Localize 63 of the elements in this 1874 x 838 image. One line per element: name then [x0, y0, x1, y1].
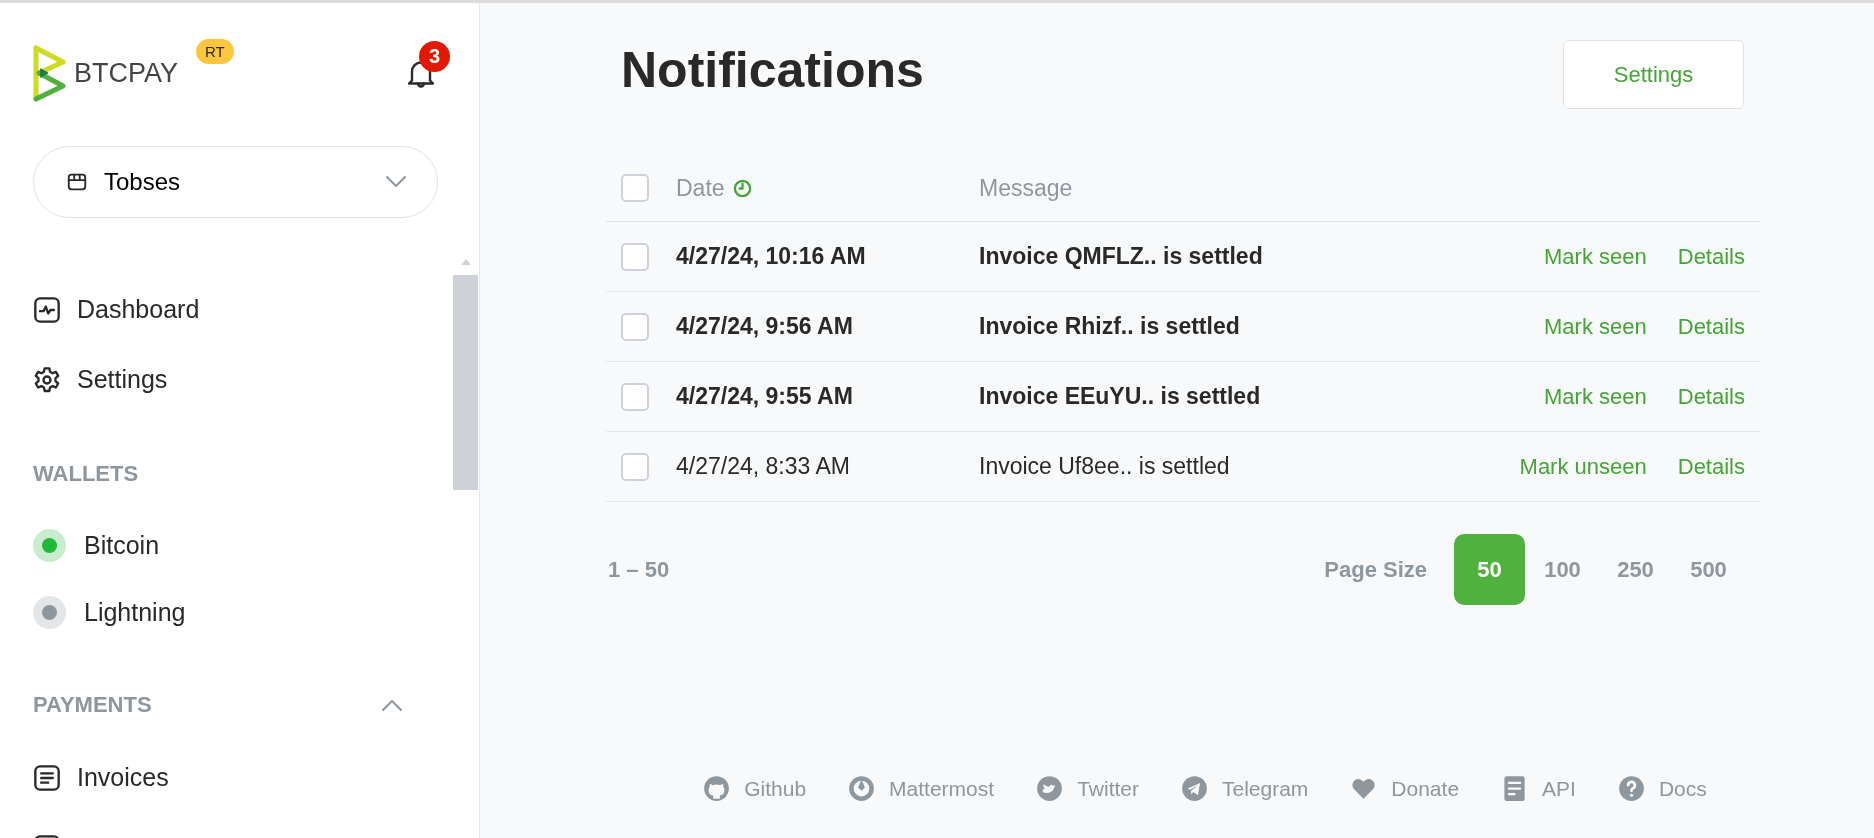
date-cell-text: 4/27/24, 10:16 AM: [676, 242, 867, 272]
paper-plane-icon: [1180, 775, 1208, 803]
action-link[interactable]: Mark seen: [1544, 380, 1647, 413]
page-size-option[interactable]: 100: [1527, 534, 1598, 605]
help-icon: [1617, 775, 1645, 803]
notification-count[interactable]: 3: [419, 40, 450, 72]
row-checkbox[interactable]: [621, 382, 649, 411]
action-link[interactable]: Mark seen: [1544, 310, 1647, 343]
action-link[interactable]: Details: [1677, 240, 1745, 273]
row-checkbox[interactable]: [621, 312, 649, 341]
store-icon: [66, 171, 88, 193]
logo-text: BTCPAY: [74, 60, 179, 87]
environment-badge: RT: [196, 39, 234, 64]
footer-link[interactable]: Telegram: [1180, 773, 1309, 805]
page-size-option[interactable]: 500: [1673, 534, 1744, 605]
select-all-checkbox[interactable]: [621, 174, 649, 202]
footer-link[interactable]: Mattermost: [848, 773, 995, 805]
nav-item[interactable]: Dashboard: [33, 275, 450, 345]
scroll-up-icon: [460, 258, 472, 266]
chevron-down-icon: [385, 175, 407, 189]
bird-icon: [1036, 775, 1064, 803]
nav-item[interactable]: Settings: [33, 345, 450, 415]
message-cell-text: Invoice Rhizf.. is settled: [979, 312, 1241, 342]
action-link[interactable]: Details: [1677, 380, 1745, 413]
invoice-icon: [33, 764, 61, 792]
ring-icon: [848, 775, 876, 803]
message-cell-text: Invoice EEuYU.. is settled: [979, 382, 1262, 412]
scrollbar-thumb[interactable]: [453, 275, 478, 490]
action-link[interactable]: Mark unseen: [1519, 450, 1647, 483]
column-header[interactable]: Message: [979, 170, 1073, 206]
section-heading: PAYMENTS: [33, 691, 152, 719]
footer-link[interactable]: Github: [703, 773, 807, 805]
action-link[interactable]: Details: [1677, 450, 1745, 483]
page-size-option[interactable]: 50: [1454, 534, 1525, 605]
page-title: Notifications: [621, 41, 924, 100]
store-selector[interactable]: Tobses: [33, 146, 438, 218]
footer-link[interactable]: Docs: [1617, 773, 1707, 805]
date-cell-text: 4/27/24, 9:56 AM: [676, 312, 854, 342]
nav-item[interactable]: Lightning: [33, 579, 450, 646]
message-cell-text: Invoice Uf8ee.. is settled: [979, 452, 1231, 482]
page-size-label: Page Size: [1324, 556, 1427, 584]
action-link[interactable]: Mark seen: [1544, 240, 1647, 273]
message-cell-text: Invoice QMFLZ.. is settled: [979, 242, 1264, 272]
column-header[interactable]: Date: [676, 170, 725, 206]
action-link[interactable]: Details: [1677, 310, 1745, 343]
footer-link[interactable]: Twitter: [1036, 773, 1139, 805]
nav-item[interactable]: Bitcoin: [33, 512, 450, 579]
date-cell-text: 4/27/24, 9:55 AM: [676, 382, 854, 412]
row-checkbox[interactable]: [621, 452, 649, 481]
logo-icon: [33, 45, 66, 102]
page-size-option[interactable]: 250: [1600, 534, 1671, 605]
page-range: 1 – 50: [608, 556, 671, 584]
chevron-up-icon[interactable]: [381, 697, 403, 712]
date-cell-text: 4/27/24, 8:33 AM: [676, 452, 851, 482]
github-icon: [703, 775, 731, 803]
footer-link[interactable]: Donate: [1350, 773, 1460, 805]
settings-icon: [33, 366, 61, 394]
row-checkbox[interactable]: [621, 242, 649, 271]
settings-button[interactable]: Settings: [1563, 40, 1744, 109]
dashboard-icon: [33, 296, 61, 324]
nav-item[interactable]: Invoices: [33, 743, 450, 813]
section-heading: WALLETS: [33, 460, 139, 488]
footer-link[interactable]: API: [1501, 773, 1576, 805]
